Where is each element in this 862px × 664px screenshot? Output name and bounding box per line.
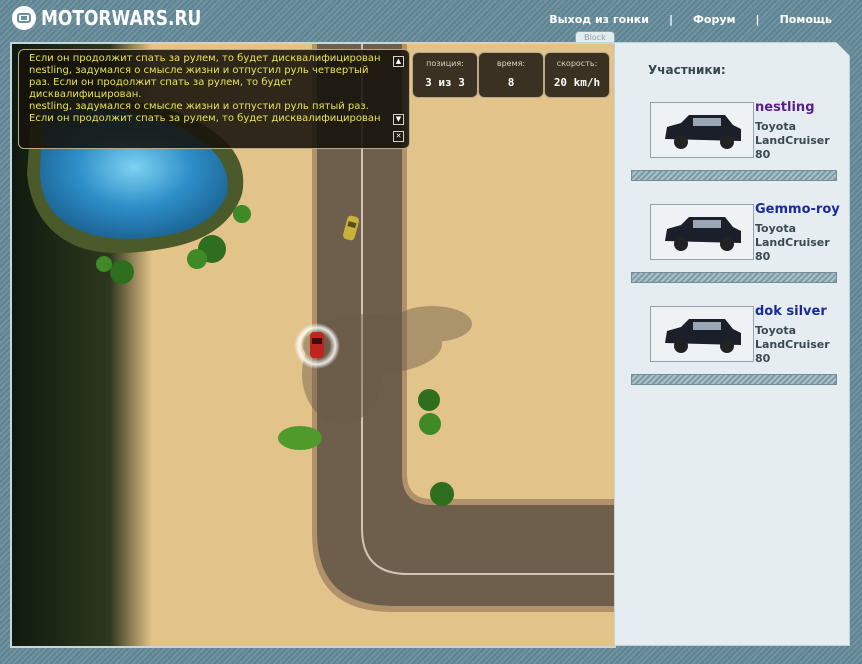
game-canvas[interactable]: Если он продолжит спать за рулем, то буд… — [10, 42, 616, 648]
participant-name[interactable]: nestling — [755, 100, 815, 115]
chat-messages: Если он продолжит спать за рулем, то буд… — [29, 53, 381, 125]
participant-progress-bar — [631, 374, 837, 385]
chat-line: дисквалифицирован. — [29, 89, 142, 100]
speed-stat: скорость: 20 km/h — [544, 52, 610, 98]
speed-value: 20 km/h — [553, 76, 601, 89]
top-nav: Выход из гонки | Форум | Помощь — [549, 13, 832, 26]
site-logo[interactable]: MOTORWARS.RU — [12, 5, 230, 31]
nav-forum-link[interactable]: Форум — [693, 13, 736, 26]
participant-car: Toyota LandCruiser 80 — [755, 120, 830, 161]
participant-car: Toyota LandCruiser 80 — [755, 222, 830, 263]
position-stat: позиция: 3 из 3 — [412, 52, 478, 98]
chat-scroll-up-icon[interactable]: ▲ — [393, 56, 404, 67]
chat-line: Если он продолжит спать за рулем, то буд… — [29, 53, 381, 64]
participant-progress-bar — [631, 272, 837, 283]
position-value: 3 из 3 — [425, 76, 465, 89]
chat-scroll-down-icon[interactable]: ▼ — [393, 114, 404, 125]
nav-exit-race-link[interactable]: Выход из гонки — [549, 13, 649, 26]
chat-line: nestling, задумался о смысле жизни и отп… — [29, 65, 369, 76]
time-value: 8 — [507, 76, 515, 89]
race-chat-log: Если он продолжит спать за рулем, то буд… — [18, 49, 410, 149]
nav-separator: | — [668, 13, 674, 26]
nav-help-link[interactable]: Помощь — [780, 13, 832, 26]
participants-panel: Участники: nestling Toyota LandCruiser 8… — [614, 42, 850, 646]
participants-title: Участники: — [648, 63, 726, 77]
participant-name[interactable]: dok silver — [755, 304, 827, 319]
chat-line: nestling, задумался о смысле жизни и отп… — [29, 101, 369, 112]
car-photo — [650, 306, 754, 362]
speed-label: скорость: — [556, 59, 598, 68]
time-stat: время: 8 — [478, 52, 544, 98]
chat-line: Если он продолжит спать за рулем, то буд… — [29, 113, 381, 124]
time-label: время: — [496, 59, 526, 68]
nav-separator: | — [755, 13, 760, 26]
chat-close-icon[interactable]: ✕ — [393, 131, 404, 142]
participant-car: Toyota LandCruiser 80 — [755, 324, 830, 365]
position-label: позиция: — [426, 59, 464, 68]
player-car — [294, 323, 340, 369]
logo-text: MOTORWARS.RU — [41, 6, 202, 30]
participant-progress-bar — [631, 170, 837, 181]
participant-name[interactable]: Gemmo-roy — [755, 202, 840, 217]
logo-icon — [12, 6, 36, 30]
car-photo — [650, 102, 754, 158]
car-photo — [650, 204, 754, 260]
chat-line: раз. Если он продолжит спать за рулем, т… — [29, 77, 293, 88]
